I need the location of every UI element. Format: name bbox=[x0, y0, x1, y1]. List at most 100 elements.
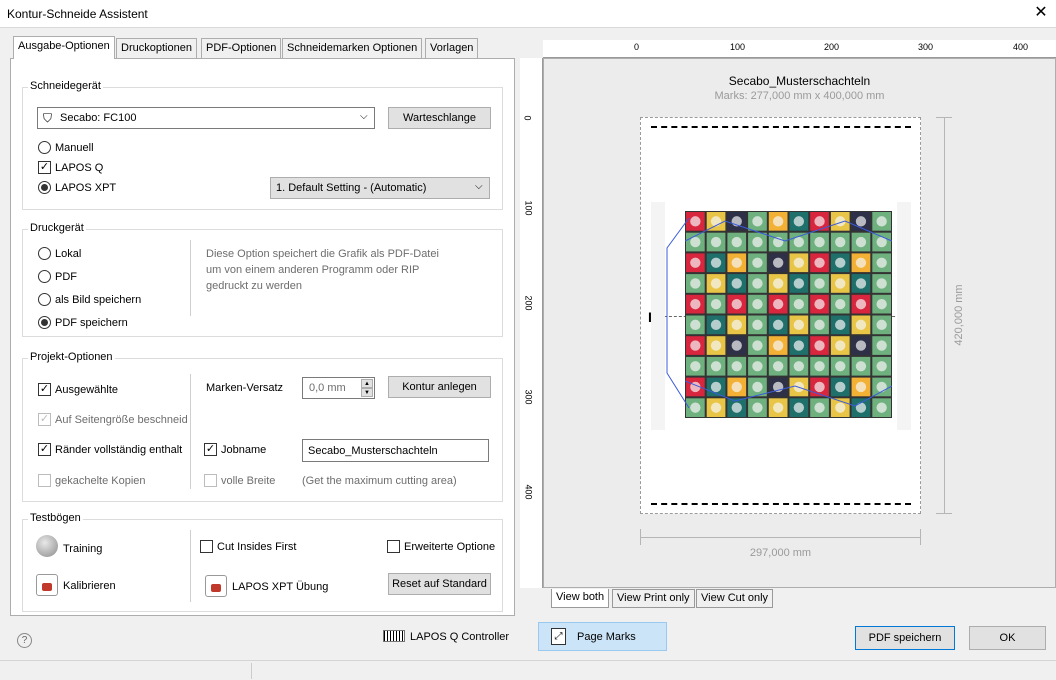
checkbox-lapos-q-label: LAPOS Q bbox=[55, 162, 104, 174]
artwork-tile-icon bbox=[793, 278, 805, 289]
artwork-tile-icon bbox=[855, 319, 867, 331]
artwork-tile-icon bbox=[835, 402, 846, 413]
tab-view-print-only[interactable]: View Print only bbox=[612, 589, 695, 608]
druck-description-line2: um von einem anderen Programm oder RIP bbox=[206, 264, 420, 276]
ruler-top-tick: 400 bbox=[1013, 42, 1029, 52]
registration-mark-top bbox=[651, 126, 911, 128]
radio-lapos-xpt[interactable] bbox=[38, 181, 51, 194]
group-title-projekt: Projekt-Optionen bbox=[28, 351, 115, 363]
artwork-tile-icon bbox=[855, 298, 867, 310]
marken-versatz-value: 0,0 mm bbox=[309, 382, 346, 394]
close-icon[interactable]: ✕ bbox=[1032, 4, 1050, 22]
artwork-tile-icon bbox=[793, 361, 805, 372]
artwork-tile-icon bbox=[752, 319, 763, 331]
checkbox-ausgewaehlte[interactable]: ✓ bbox=[38, 383, 51, 396]
artwork-tile-icon bbox=[731, 278, 742, 289]
page-marks-icon: ⤢ bbox=[551, 628, 566, 645]
pdf-speichern-button[interactable]: PDF speichern bbox=[855, 626, 955, 650]
cut-contour-left bbox=[666, 218, 690, 408]
artwork-tile-icon bbox=[876, 361, 887, 372]
ruler-top: 0 100 200 300 400 bbox=[543, 40, 1056, 58]
help-icon[interactable]: ? bbox=[17, 633, 32, 648]
tab-view-both[interactable]: View both bbox=[551, 589, 610, 608]
artwork-tile-icon bbox=[710, 298, 722, 310]
tab-schneidemarken-optionen[interactable]: Schneidemarken Optionen bbox=[282, 38, 423, 58]
ok-button[interactable]: OK bbox=[969, 626, 1046, 650]
checkbox-volle-breite-label: volle Breite bbox=[221, 475, 276, 487]
kalibrieren-icon[interactable] bbox=[36, 574, 58, 596]
training-icon[interactable] bbox=[36, 535, 58, 557]
lapos-xpt-uebung-icon[interactable] bbox=[205, 575, 227, 597]
artwork-tile-icon bbox=[855, 361, 867, 372]
radio-pdf[interactable] bbox=[38, 270, 51, 283]
artwork-tile-icon bbox=[835, 236, 846, 248]
artwork-tile-icon bbox=[814, 216, 825, 227]
jobname-input[interactable]: Secabo_Musterschachteln bbox=[302, 439, 489, 462]
checkbox-jobname-label: Jobname bbox=[221, 444, 267, 456]
radio-lokal-label: Lokal bbox=[55, 248, 82, 260]
title-bar: Kontur-Schneide Assistent ✕ bbox=[0, 0, 1056, 28]
training-label[interactable]: Training bbox=[63, 543, 102, 555]
artwork-tile-icon bbox=[752, 361, 763, 372]
checkbox-raender[interactable]: ✓ bbox=[38, 443, 51, 456]
radio-pdf-speichern[interactable] bbox=[38, 316, 51, 329]
artwork-tile-icon bbox=[772, 257, 784, 268]
artwork-tile-icon bbox=[835, 361, 846, 372]
artwork-tile-icon bbox=[772, 340, 784, 351]
artwork-tile-icon bbox=[793, 319, 805, 331]
device-select[interactable]: ⛉ Secabo: FC100 ⌵ bbox=[37, 107, 375, 129]
reset-button[interactable]: Reset auf Standard bbox=[388, 573, 491, 595]
checkbox-lapos-q[interactable]: ✓ bbox=[38, 161, 51, 174]
kalibrieren-label[interactable]: Kalibrieren bbox=[63, 580, 116, 592]
artwork-tile-icon bbox=[731, 319, 742, 331]
artwork-tile-icon bbox=[752, 381, 763, 393]
artwork-tile-icon bbox=[876, 298, 887, 310]
checkbox-ausgewaehlte-label: Ausgewählte bbox=[55, 384, 118, 396]
checkbox-auf-seitengroesse: ✓ bbox=[38, 413, 51, 426]
lapos-xpt-uebung-label[interactable]: LAPOS XPT Übung bbox=[232, 581, 328, 593]
tab-pdf-optionen[interactable]: PDF-Optionen bbox=[201, 38, 282, 58]
artwork-tiles bbox=[684, 212, 893, 417]
checkbox-erweiterte[interactable] bbox=[387, 540, 400, 553]
artwork-tile-icon bbox=[793, 402, 805, 413]
artwork-tile-icon bbox=[814, 257, 825, 268]
print-margin bbox=[651, 202, 665, 430]
artwork-tile-icon bbox=[710, 340, 722, 351]
group-title-testboegen: Testbögen bbox=[28, 512, 83, 524]
stepper-down-icon[interactable]: ▼ bbox=[361, 388, 373, 397]
stepper-up-icon[interactable]: ▲ bbox=[361, 379, 373, 388]
checkbox-jobname[interactable]: ✓ bbox=[204, 443, 217, 456]
radio-als-bild[interactable] bbox=[38, 293, 51, 306]
page-marks-button[interactable]: ⤢ Page Marks bbox=[538, 622, 667, 651]
barcode-icon[interactable] bbox=[383, 630, 405, 642]
warteschlange-button[interactable]: Warteschlange bbox=[388, 107, 491, 129]
artwork-tile-icon bbox=[772, 402, 784, 413]
page-sheet: I I bbox=[640, 117, 921, 514]
artwork-tile-icon bbox=[710, 402, 722, 413]
artwork-tile-icon bbox=[752, 236, 763, 248]
lapos-q-controller-label[interactable]: LAPOS Q Controller bbox=[410, 631, 509, 643]
tab-druckoptionen[interactable]: Druckoptionen bbox=[116, 38, 197, 58]
ruler-top-tick: 100 bbox=[730, 42, 746, 52]
tab-vorlagen[interactable]: Vorlagen bbox=[425, 38, 479, 58]
checkbox-raender-label: Ränder vollständig enthalt bbox=[55, 444, 183, 456]
device-select-value: Secabo: FC100 bbox=[60, 112, 137, 124]
tab-view-cut-only[interactable]: View Cut only bbox=[696, 589, 774, 608]
checkbox-gekachelte-label: gekachelte Kopien bbox=[55, 475, 146, 487]
setting-select[interactable]: 1. Default Setting - (Automatic) ⌵ bbox=[270, 177, 490, 199]
ruler-top-tick: 200 bbox=[824, 42, 840, 52]
checkbox-cut-insides[interactable] bbox=[200, 540, 213, 553]
artwork-tile-icon bbox=[752, 340, 763, 351]
tab-ausgabe-optionen[interactable]: Ausgabe-Optionen bbox=[13, 36, 115, 59]
radio-lokal[interactable] bbox=[38, 247, 51, 260]
height-label: 420,000 mm bbox=[953, 284, 965, 346]
marken-versatz-stepper[interactable]: 0,0 mm ▲ ▼ bbox=[302, 377, 375, 399]
artwork-tile-icon bbox=[876, 278, 887, 289]
artwork-tile-icon bbox=[731, 298, 742, 310]
preview-canvas[interactable]: Secabo_Musterschachteln Marks: 277,000 m… bbox=[543, 58, 1056, 588]
radio-manuell[interactable] bbox=[38, 141, 51, 154]
artwork-tile-icon bbox=[814, 298, 825, 310]
status-divider bbox=[251, 663, 252, 679]
chevron-down-icon: ⌵ bbox=[475, 181, 483, 192]
kontur-anlegen-button[interactable]: Kontur anlegen bbox=[388, 376, 491, 398]
